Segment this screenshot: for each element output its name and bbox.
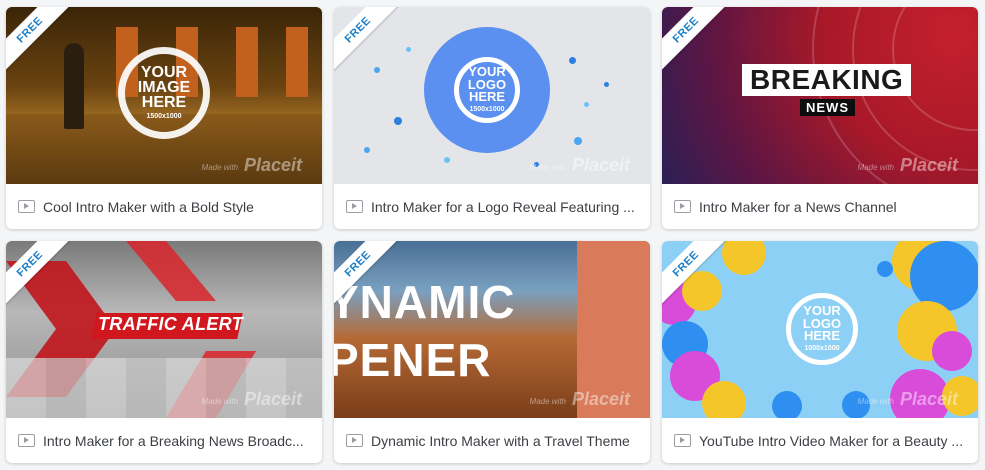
confetti-dot [569, 57, 576, 64]
bubble-shape [910, 241, 978, 311]
watermark-brand: Placeit [571, 389, 630, 409]
card-title[interactable]: Intro Maker for a Logo Reveal Featuring … [371, 199, 635, 215]
card-caption[interactable]: Intro Maker for a Breaking News Broadc..… [6, 418, 322, 463]
confetti-dot [374, 67, 380, 73]
card-title[interactable]: Dynamic Intro Maker with a Travel Theme [371, 433, 630, 449]
card-title[interactable]: Intro Maker for a Breaking News Broadc..… [43, 433, 304, 449]
watermark-brand: Placeit [899, 389, 958, 409]
confetti-dot [584, 102, 589, 107]
confetti-dot [444, 157, 450, 163]
pillar-shape [286, 27, 308, 97]
bubble-shape [702, 381, 746, 418]
free-badge: FREE [334, 7, 402, 74]
watermark-brand: Placeit [899, 155, 958, 175]
opener-headline: PENER [334, 334, 492, 386]
card-thumbnail[interactable]: BREAKING NEWS Made with Placeit FREE [662, 7, 978, 184]
card-title[interactable]: Cool Intro Maker with a Bold Style [43, 199, 254, 215]
watermark-small: Made with [201, 163, 238, 172]
card-thumbnail[interactable]: YOUR IMAGE HERE 1500x1000 Made with Plac… [6, 7, 322, 184]
card-thumbnail[interactable]: YOUR LOGO HERE 1000x1000 Made with Place… [662, 241, 978, 418]
template-card-breaking-news-broadcast[interactable]: TRAFFIC ALERT Made with Placeit FREE Int… [6, 241, 322, 463]
template-card-beauty-youtube[interactable]: YOUR LOGO HERE 1000x1000 Made with Place… [662, 241, 978, 463]
confetti-dot [364, 147, 370, 153]
watermark-small: Made with [857, 163, 894, 172]
watermark-brand: Placeit [243, 389, 302, 409]
overlay-dimensions: 1000x1000 [804, 345, 840, 353]
overlay-dimensions: 1500x1000 [146, 113, 182, 121]
overlay-line: IMAGE [137, 79, 191, 97]
confetti-dot [406, 47, 411, 52]
card-caption[interactable]: Cool Intro Maker with a Bold Style [6, 184, 322, 229]
dynamic-headline: YNAMIC [334, 276, 516, 328]
template-grid: YOUR IMAGE HERE 1500x1000 Made with Plac… [0, 0, 985, 470]
overlay-line: HERE [141, 94, 187, 112]
card-caption[interactable]: Intro Maker for a Logo Reveal Featuring … [334, 184, 650, 229]
video-play-icon [346, 200, 363, 213]
card-caption[interactable]: Dynamic Intro Maker with a Travel Theme [334, 418, 650, 463]
card-thumbnail[interactable]: TRAFFIC ALERT Made with Placeit FREE [6, 241, 322, 418]
bubble-shape [877, 261, 893, 277]
bubble-shape [722, 241, 766, 275]
watermark-brand: Placeit [243, 155, 302, 175]
person-silhouette [64, 43, 84, 129]
template-card-news-channel[interactable]: BREAKING NEWS Made with Placeit FREE Int… [662, 7, 978, 229]
pillar-shape [236, 27, 258, 97]
card-title[interactable]: YouTube Intro Video Maker for a Beauty .… [699, 433, 963, 449]
bubble-shape [932, 331, 972, 371]
confetti-dot [574, 137, 582, 145]
overlay-line: HERE [468, 88, 506, 104]
card-thumbnail[interactable]: YOUR LOGO HERE 1500x1000 Made with Place… [334, 7, 650, 184]
video-play-icon [674, 434, 691, 447]
video-play-icon [18, 434, 35, 447]
watermark-small: Made with [529, 397, 566, 406]
traffic-alert-label: TRAFFIC ALERT [98, 314, 243, 334]
template-card-logo-reveal[interactable]: YOUR LOGO HERE 1500x1000 Made with Place… [334, 7, 650, 229]
watermark-brand: Placeit [571, 155, 630, 175]
placeholder-ring: YOUR IMAGE HERE 1500x1000 [118, 47, 210, 139]
overlay-line: HERE [803, 327, 841, 343]
overlay-line: YOUR [140, 63, 188, 81]
card-thumbnail[interactable]: YNAMIC PENER Made with Placeit FREE [334, 241, 650, 418]
overlay-dimensions: 1500x1000 [469, 106, 505, 114]
placeholder-ring: YOUR LOGO HERE 1500x1000 [454, 57, 520, 123]
video-play-icon [18, 200, 35, 213]
breaking-headline: BREAKING [742, 64, 912, 96]
watermark-small: Made with [529, 163, 566, 172]
placeholder-ring: YOUR LOGO HERE 1000x1000 [786, 293, 858, 365]
watermark-small: Made with [857, 397, 894, 406]
card-caption[interactable]: YouTube Intro Video Maker for a Beauty .… [662, 418, 978, 463]
video-play-icon [674, 200, 691, 213]
card-caption[interactable]: Intro Maker for a News Channel [662, 184, 978, 229]
template-card-cool-intro[interactable]: YOUR IMAGE HERE 1500x1000 Made with Plac… [6, 7, 322, 229]
bubble-shape [772, 391, 802, 418]
confetti-dot [604, 82, 609, 87]
watermark-small: Made with [201, 397, 238, 406]
free-badge: FREE [662, 7, 730, 74]
news-tag: NEWS [800, 99, 855, 116]
video-play-icon [346, 434, 363, 447]
confetti-dot [394, 117, 402, 125]
card-title[interactable]: Intro Maker for a News Channel [699, 199, 897, 215]
template-card-travel-theme[interactable]: YNAMIC PENER Made with Placeit FREE Dyna… [334, 241, 650, 463]
